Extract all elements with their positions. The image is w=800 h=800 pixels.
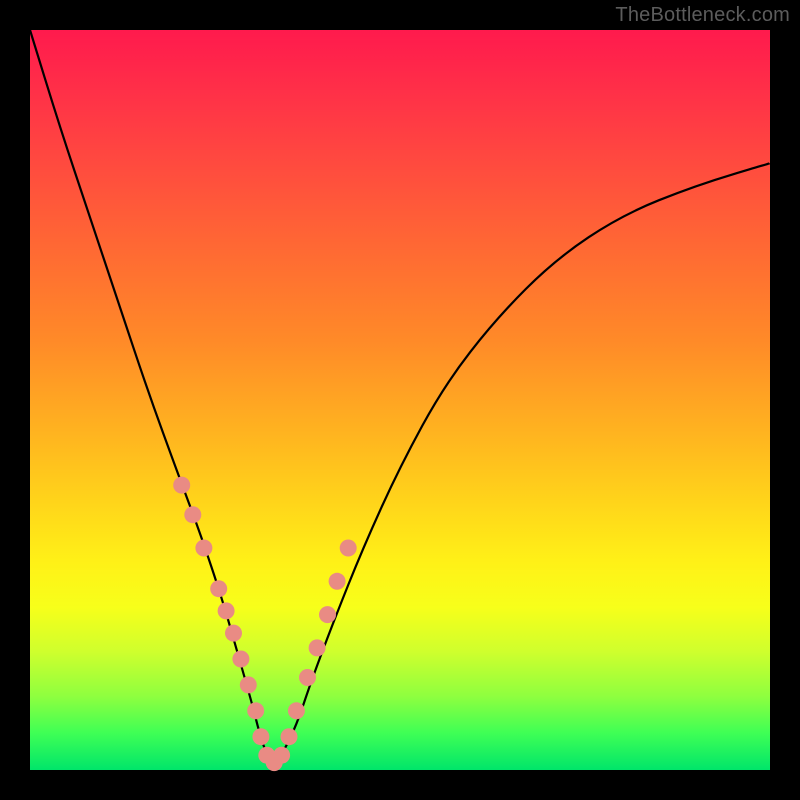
highlight-dot [273,747,290,764]
highlight-dot [247,702,264,719]
chart-plot-area [30,30,770,770]
bottleneck-curve [30,30,770,761]
highlight-dot [173,477,190,494]
highlight-dot [252,728,269,745]
highlight-dot [218,602,235,619]
chart-frame: TheBottleneck.com [0,0,800,800]
highlight-dot [232,651,249,668]
highlight-dot [195,540,212,557]
highlight-dot [319,606,336,623]
highlight-dots [173,477,357,771]
highlight-dot [299,669,316,686]
highlight-dot [184,506,201,523]
highlight-dot [225,625,242,642]
highlight-dot [288,702,305,719]
watermark-label: TheBottleneck.com [615,4,790,27]
highlight-dot [309,639,326,656]
chart-svg [30,30,770,770]
highlight-dot [240,676,257,693]
highlight-dot [340,540,357,557]
highlight-dot [210,580,227,597]
highlight-dot [329,573,346,590]
highlight-dot [281,728,298,745]
